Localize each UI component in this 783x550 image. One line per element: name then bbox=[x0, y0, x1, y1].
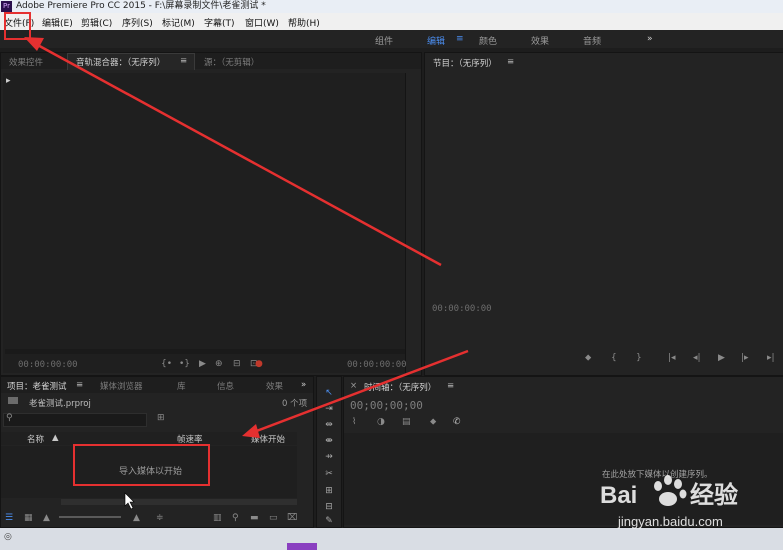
mouse-cursor-icon bbox=[124, 492, 135, 510]
annotation-overlay: Bai 经验 jingyan.baidu.com bbox=[24, 37, 738, 529]
watermark-url: jingyan.baidu.com bbox=[617, 514, 723, 529]
arrow-to-import-hint bbox=[242, 349, 469, 438]
arrow-to-file-menu bbox=[24, 37, 442, 267]
baidu-paw-icon bbox=[654, 475, 687, 506]
